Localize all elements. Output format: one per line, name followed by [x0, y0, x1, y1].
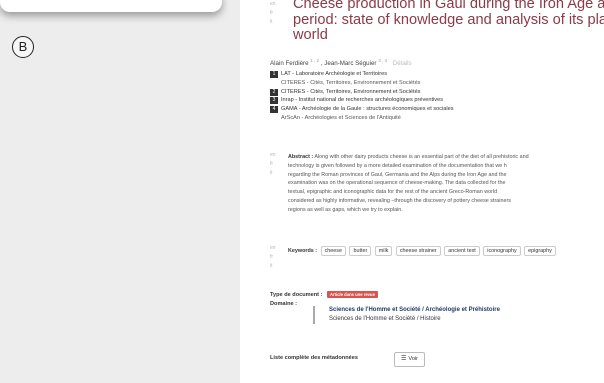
- domain-label: Domaine :: [270, 301, 298, 307]
- abstract-line: considered as highly informative, reveal…: [288, 197, 511, 204]
- affiliation-name: CITERES - Cités, Territoires, Environnem…: [281, 79, 421, 86]
- affiliation-number: 2: [270, 88, 278, 96]
- keywords-language-switch: en fr it: [270, 244, 276, 271]
- keywords-label: Keywords :: [288, 248, 318, 254]
- keywords: Keywords : cheese butter milk cheese str…: [288, 246, 558, 256]
- keyword-tag[interactable]: epigraphy: [524, 246, 556, 256]
- author-link[interactable]: Alain Ferdière: [270, 60, 309, 67]
- author-line: Alain Ferdière 1 , 2 , Jean-Marc Séguier…: [270, 58, 412, 68]
- record-page: en fr it Cheese production in Gaul durin…: [240, 0, 604, 383]
- keyword-tag[interactable]: cheese strainer: [395, 246, 441, 256]
- lang-fr[interactable]: fr: [270, 160, 276, 169]
- author-affil-ref: 3 , 4: [378, 58, 387, 63]
- abstract-line: textual, epigraphic and iconographic dat…: [288, 189, 498, 196]
- abstract-line: Along with other dairy products cheese i…: [314, 154, 529, 160]
- lang-fr[interactable]: fr: [270, 253, 276, 262]
- affiliation-item[interactable]: 3 Inrap - Institut national de recherches…: [270, 96, 600, 105]
- affiliation-name: ArScAn - Archéologies et Sciences de l'A…: [281, 114, 401, 121]
- domain-list: Sciences de l'Homme et Société / Archéol…: [313, 306, 500, 324]
- lang-fr[interactable]: fr: [270, 9, 276, 18]
- affiliation-name: Inrap - Institut national de recherches …: [281, 97, 444, 104]
- affiliation-number: 3: [270, 97, 278, 105]
- keyword-tag[interactable]: ancient text: [444, 246, 480, 256]
- abstract-line: regions as well as gaps, which we try to…: [288, 206, 403, 213]
- title-line: Cheese production in Gaul during the Iro…: [293, 0, 604, 12]
- affiliation-item[interactable]: ArScAn - Archéologies et Sciences de l'A…: [270, 114, 600, 123]
- author-link[interactable]: Jean-Marc Séguier: [324, 60, 376, 67]
- lang-it[interactable]: it: [270, 262, 276, 271]
- title-line: world: [293, 27, 328, 43]
- domain-item[interactable]: Sciences de l'Homme et Société / Archéol…: [329, 306, 500, 315]
- keyword-tag[interactable]: butter: [349, 246, 372, 256]
- lang-en[interactable]: en: [270, 0, 276, 9]
- affiliation-name: CITERES - Cités, Territoires, Environnem…: [281, 88, 421, 95]
- page-title: Cheese production in Gaul during the Iro…: [293, 0, 604, 44]
- abstract-line: regarding the Roman provinces of Gaul, G…: [288, 171, 507, 178]
- lang-en[interactable]: en: [270, 244, 276, 253]
- details-link[interactable]: Détails: [393, 60, 412, 67]
- affiliation-name: LAT - Laboratoire Archéologie et Territo…: [281, 71, 388, 77]
- title-line: period: state of knowledge and analysis …: [293, 11, 604, 28]
- panel-label: B: [12, 36, 34, 58]
- previous-panel-edge: [0, 0, 222, 12]
- view-metadata-button[interactable]: ☰ Voir: [394, 352, 426, 367]
- doc-type-badge: Article dans une revue: [326, 291, 378, 298]
- affiliation-name: GAMA - Archéologie de la Gaule : structu…: [281, 106, 454, 113]
- keyword-tag[interactable]: cheese: [320, 246, 346, 256]
- affiliation-item[interactable]: 4 GAMA - Archéologie de la Gaule : struct…: [270, 105, 600, 114]
- domain-item[interactable]: Sciences de l'Homme et Société / Histoir…: [329, 315, 500, 324]
- abstract-language-switch: en fr it: [270, 151, 276, 178]
- affiliation-item[interactable]: 2 CITERES - Cités, Territoires, Environne…: [270, 88, 600, 97]
- doc-type-label: Type de document :: [270, 291, 323, 298]
- affiliations-list: 1 LAT - Laboratoire Archéologie et Territ…: [270, 70, 600, 123]
- metadata-label: Liste complète des métadonnées: [270, 355, 358, 361]
- list-icon: ☰: [401, 356, 407, 362]
- doc-type-row: Type de document : Article dans une revu…: [270, 291, 378, 298]
- affiliation-item[interactable]: 1 LAT - Laboratoire Archéologie et Territ…: [270, 70, 600, 79]
- keyword-tag[interactable]: iconography: [483, 246, 521, 256]
- abstract-label: Abstract :: [288, 154, 314, 160]
- abstract: Abstract : Along with other dairy produc…: [288, 153, 604, 215]
- affiliation-number: 4: [270, 106, 278, 114]
- author-affil-ref: 1 , 2: [310, 58, 320, 63]
- lang-it[interactable]: it: [270, 18, 276, 27]
- abstract-line: technology is given followed by a more d…: [288, 162, 507, 169]
- lang-it[interactable]: it: [270, 169, 276, 178]
- title-language-switch: en fr it: [270, 0, 276, 27]
- affiliation-number: 1: [270, 71, 278, 78]
- abstract-line: examination was on the operational seque…: [288, 180, 506, 187]
- keyword-tag[interactable]: milk: [374, 246, 393, 256]
- view-button-label: Voir: [408, 356, 419, 362]
- affiliation-item[interactable]: CITERES - Cités, Territoires, Environnem…: [270, 79, 600, 88]
- lang-en[interactable]: en: [270, 151, 276, 160]
